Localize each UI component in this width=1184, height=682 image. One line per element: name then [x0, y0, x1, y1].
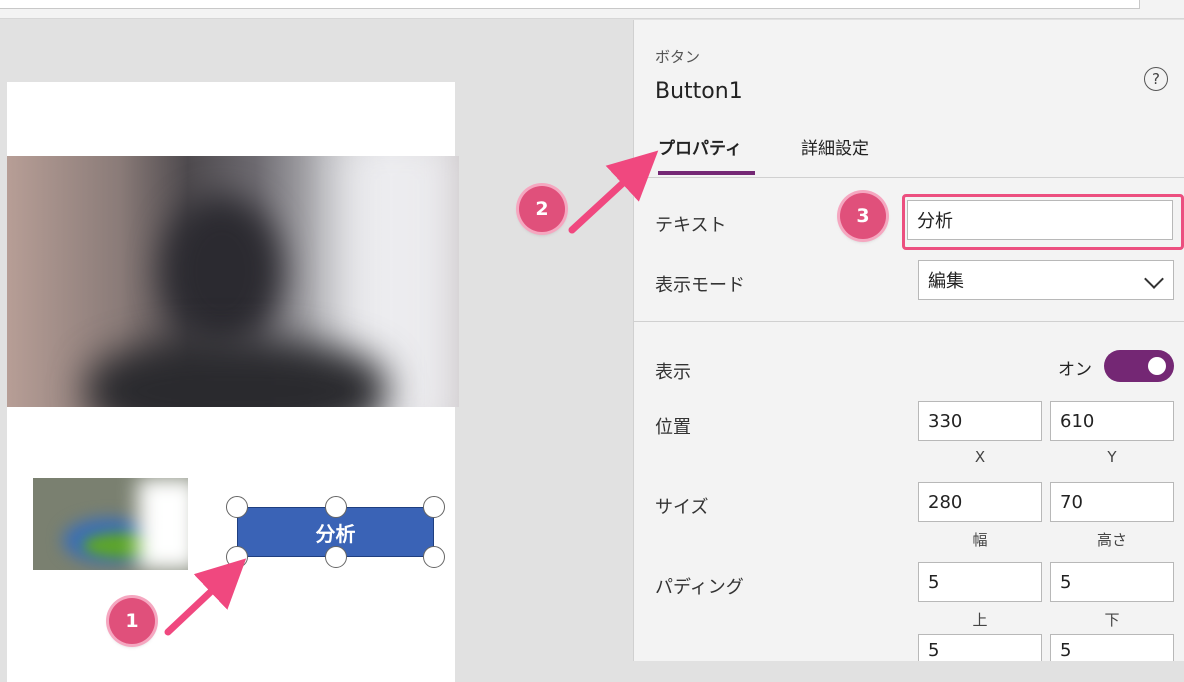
chevron-down-icon [1144, 269, 1164, 289]
display-mode-label: 表示モード [655, 275, 745, 296]
camera-body-blur [87, 341, 387, 407]
active-tab-indicator [658, 171, 755, 175]
callout-badge-1: 1 [109, 598, 155, 644]
resize-handle-top-center[interactable] [325, 496, 347, 518]
size-label: サイズ [655, 497, 709, 518]
tab-advanced[interactable]: 詳細設定 [801, 134, 869, 176]
toggle-knob [1148, 357, 1166, 375]
text-field[interactable]: 分析 [907, 200, 1173, 240]
camera-control[interactable] [7, 156, 459, 407]
top-toolbar [0, 0, 1184, 19]
resize-handle-bottom-left[interactable] [226, 546, 248, 568]
divider [634, 321, 1184, 322]
resize-handle-top-right[interactable] [423, 496, 445, 518]
visible-label: 表示 [655, 362, 691, 383]
help-icon[interactable]: ? [1144, 67, 1168, 91]
display-mode-value: 編集 [928, 271, 964, 292]
padding-label: パディング [655, 577, 744, 598]
image-control[interactable] [33, 478, 188, 570]
padding-right-input[interactable]: 5 [1050, 634, 1174, 661]
callout-badge-2: 2 [519, 186, 565, 232]
camera-person-blur [162, 196, 282, 346]
display-mode-select[interactable]: 編集 [918, 260, 1174, 300]
position-label: 位置 [655, 417, 691, 438]
tab-properties[interactable]: プロパティ [658, 134, 742, 176]
size-width-caption: 幅 [972, 531, 988, 549]
padding-bottom-input[interactable]: 5 [1050, 562, 1174, 602]
size-height-caption: 高さ [1096, 531, 1127, 549]
position-y-input[interactable]: 610 [1050, 401, 1174, 441]
control-name: Button1 [655, 79, 743, 104]
size-width-input[interactable]: 280 [918, 482, 1042, 522]
design-canvas [0, 20, 633, 682]
position-x-input[interactable]: 330 [918, 401, 1042, 441]
padding-left-input[interactable]: 5 [918, 634, 1042, 661]
properties-panel: ボタン Button1 ? プロパティ 詳細設定 テキスト 分析 表示モード 編… [633, 20, 1184, 661]
divider [634, 177, 1184, 178]
padding-bottom-caption: 下 [1104, 611, 1120, 629]
position-y-caption: Y [1107, 448, 1117, 466]
text-label: テキスト [655, 215, 727, 236]
visible-toggle[interactable] [1104, 350, 1174, 382]
resize-handle-bottom-right[interactable] [423, 546, 445, 568]
formula-bar[interactable] [0, 0, 1140, 9]
app-screen[interactable] [7, 82, 459, 682]
size-height-input[interactable]: 70 [1050, 482, 1174, 522]
control-type-label: ボタン [655, 48, 701, 66]
callout-badge-3: 3 [840, 193, 886, 239]
position-x-caption: X [974, 448, 986, 466]
padding-top-caption: 上 [972, 611, 988, 629]
resize-handle-top-left[interactable] [226, 496, 248, 518]
padding-top-input[interactable]: 5 [918, 562, 1042, 602]
visible-toggle-text: オン [1058, 360, 1092, 380]
resize-handle-bottom-center[interactable] [325, 546, 347, 568]
image-fade [138, 478, 188, 570]
